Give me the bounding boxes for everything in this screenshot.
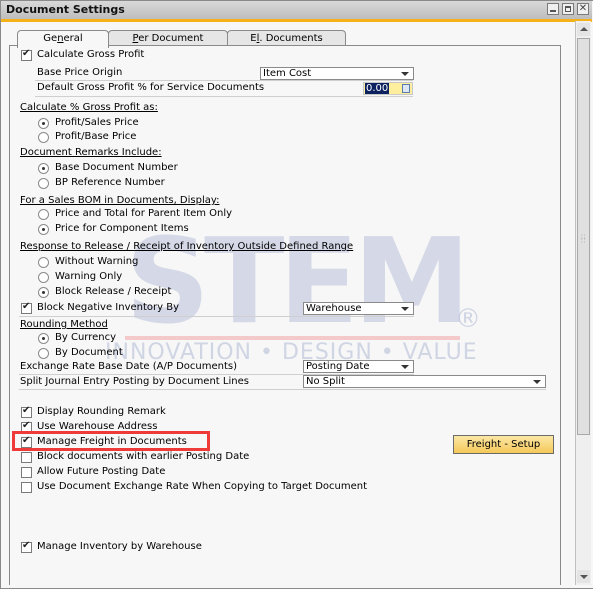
tab-label: er Document <box>138 33 204 44</box>
calc-gross-profit-label: Calculate Gross Profit <box>37 49 145 60</box>
window-title: Document Settings <box>6 3 125 16</box>
block-negative-inventory-select[interactable]: Warehouse <box>303 302 414 315</box>
radio-profit-base-price[interactable] <box>38 132 49 143</box>
chevron-down-icon <box>401 72 409 76</box>
block-negative-inventory-checkbox[interactable] <box>21 301 32 314</box>
radio-block-release-receipt[interactable] <box>38 287 49 298</box>
radio-label: By Document <box>55 347 123 358</box>
minimize-icon[interactable] <box>547 3 559 15</box>
maximize-icon[interactable] <box>562 3 574 15</box>
tab-per-document[interactable]: Per Document <box>108 30 228 46</box>
checkbox-label: Block documents with earlier Posting Dat… <box>37 451 250 462</box>
highlight-annotation <box>12 431 210 451</box>
tab-label: . Documents <box>259 33 323 44</box>
radio-label: Warning Only <box>55 271 123 282</box>
radio-label: By Currency <box>55 332 117 343</box>
sales-bom-header: For a Sales BOM in Documents, Display: <box>20 195 220 206</box>
radio-without-warning[interactable] <box>38 257 49 268</box>
radio-warning-only[interactable] <box>38 272 49 283</box>
release-response-header: Response to Release / Receipt of Invento… <box>20 241 354 252</box>
vertical-scrollbar[interactable]: ∷ ∷ <box>575 21 591 585</box>
use-doc-exchange-rate-checkbox[interactable] <box>21 482 32 493</box>
checkbox-label: Use Document Exchange Rate When Copying … <box>37 481 368 492</box>
split-journal-select[interactable]: No Split <box>303 375 546 388</box>
radio-label: Profit/Sales Price <box>55 117 139 128</box>
split-journal-label: Split Journal Entry Posting by Document … <box>20 376 249 387</box>
input-value: 0.00 <box>365 83 390 94</box>
document-settings-window: Document Settings ✕ General Per Document… <box>0 0 593 589</box>
chevron-down-icon <box>401 307 409 311</box>
tab-label: eral <box>63 33 83 44</box>
radio-bp-reference-number[interactable] <box>38 178 49 189</box>
radio-label: Base Document Number <box>55 162 178 173</box>
exchange-rate-date-label: Exchange Rate Base Date (A/P Documents) <box>20 361 237 372</box>
radio-by-document[interactable] <box>38 348 49 359</box>
divider <box>19 389 546 390</box>
select-value: Item Cost <box>263 68 312 79</box>
calc-pct-gp-header: Calculate % Gross Profit as: <box>20 102 158 113</box>
freight-setup-button[interactable]: Freight - Setup <box>453 435 554 454</box>
calc-gross-profit-checkbox[interactable] <box>21 48 32 61</box>
doc-remarks-header: Document Remarks Include: <box>20 147 162 158</box>
radio-label: Price for Component Items <box>55 223 189 234</box>
scrollbar-thumb[interactable]: ∷ ∷ <box>577 38 590 435</box>
manage-inventory-by-warehouse-checkbox[interactable] <box>21 540 32 553</box>
divider <box>35 96 413 97</box>
block-earlier-posting-date-checkbox[interactable] <box>21 452 32 463</box>
radio-base-document-number[interactable] <box>38 163 49 174</box>
base-price-origin-label: Base Price Origin <box>37 67 123 78</box>
base-price-origin-select[interactable]: Item Cost <box>260 67 414 80</box>
checkbox-label: Allow Future Posting Date <box>37 466 166 477</box>
tab-label: Ge <box>43 33 58 44</box>
display-rounding-remark-checkbox[interactable] <box>21 405 32 418</box>
title-bar[interactable]: Document Settings ✕ <box>1 1 592 22</box>
radio-label: Profit/Base Price <box>55 131 137 142</box>
radio-label: Without Warning <box>55 256 139 267</box>
tab-general[interactable]: General <box>17 30 109 48</box>
radio-label: Block Release / Receipt <box>55 286 172 297</box>
scroll-down-icon[interactable] <box>577 570 590 583</box>
default-gp-service-input[interactable]: 0.00 <box>363 82 413 95</box>
select-value: Warehouse <box>306 303 362 314</box>
chevron-down-icon <box>401 365 409 369</box>
radio-profit-sales-price[interactable] <box>38 118 49 129</box>
scroll-up-icon[interactable] <box>577 23 590 36</box>
checkbox-label: Manage Inventory by Warehouse <box>37 541 202 552</box>
select-value: Posting Date <box>306 361 370 372</box>
tab-el-documents[interactable]: El. Documents <box>227 30 346 46</box>
divider <box>19 316 414 317</box>
close-icon[interactable]: ✕ <box>577 3 589 15</box>
radio-label: Price and Total for Parent Item Only <box>55 208 233 219</box>
checkbox-label: Display Rounding Remark <box>37 406 166 417</box>
allow-future-posting-date-checkbox[interactable] <box>21 467 32 478</box>
chevron-down-icon <box>533 380 541 384</box>
exchange-rate-date-select[interactable]: Posting Date <box>303 360 414 373</box>
radio-label: BP Reference Number <box>55 177 165 188</box>
default-gp-service-label: Default Gross Profit % for Service Docum… <box>37 82 265 93</box>
grip-icon: ∷ ∷ <box>581 233 586 245</box>
calculator-icon[interactable] <box>402 84 410 93</box>
radio-parent-item-only[interactable] <box>38 209 49 220</box>
block-negative-inventory-label: Block Negative Inventory By <box>37 302 180 313</box>
radio-by-currency[interactable] <box>38 333 49 344</box>
rounding-method-header: Rounding Method <box>20 319 108 330</box>
radio-component-items[interactable] <box>38 224 49 235</box>
select-value: No Split <box>306 376 345 387</box>
